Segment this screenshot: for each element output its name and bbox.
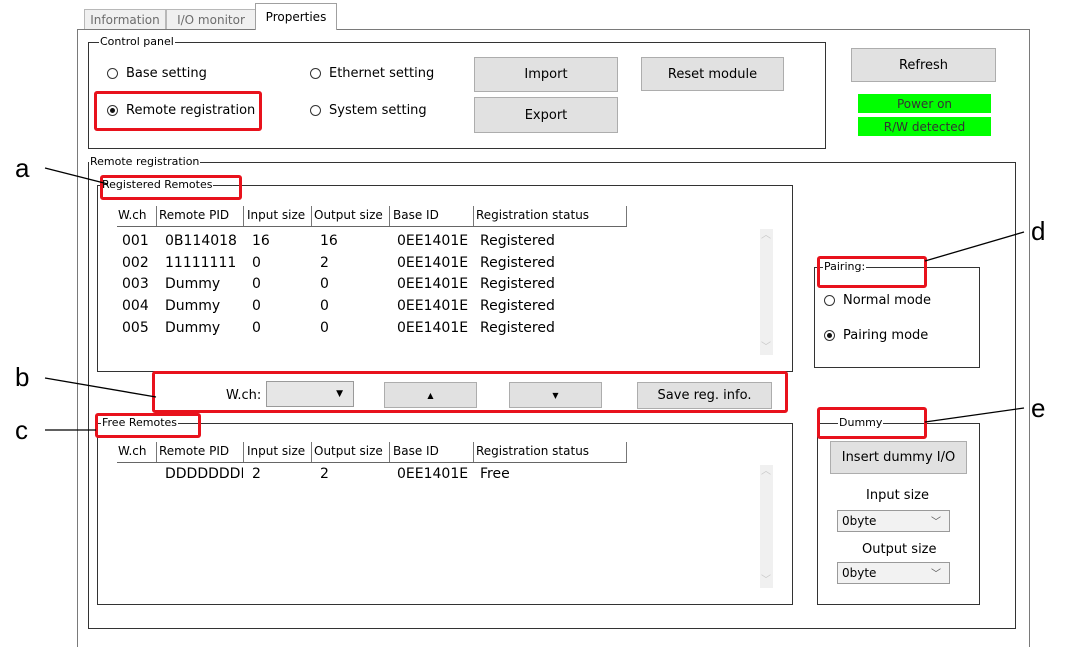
annotation-label-e: e	[1031, 393, 1046, 423]
annotation-label-c: c	[15, 415, 28, 445]
annotation-label-b: b	[15, 362, 30, 392]
annotation-leader-lines	[44, 167, 1025, 431]
annotation-label-d: d	[1031, 216, 1046, 246]
annotation-label-a: a	[15, 153, 30, 183]
tab-properties[interactable]: Properties	[255, 3, 337, 30]
